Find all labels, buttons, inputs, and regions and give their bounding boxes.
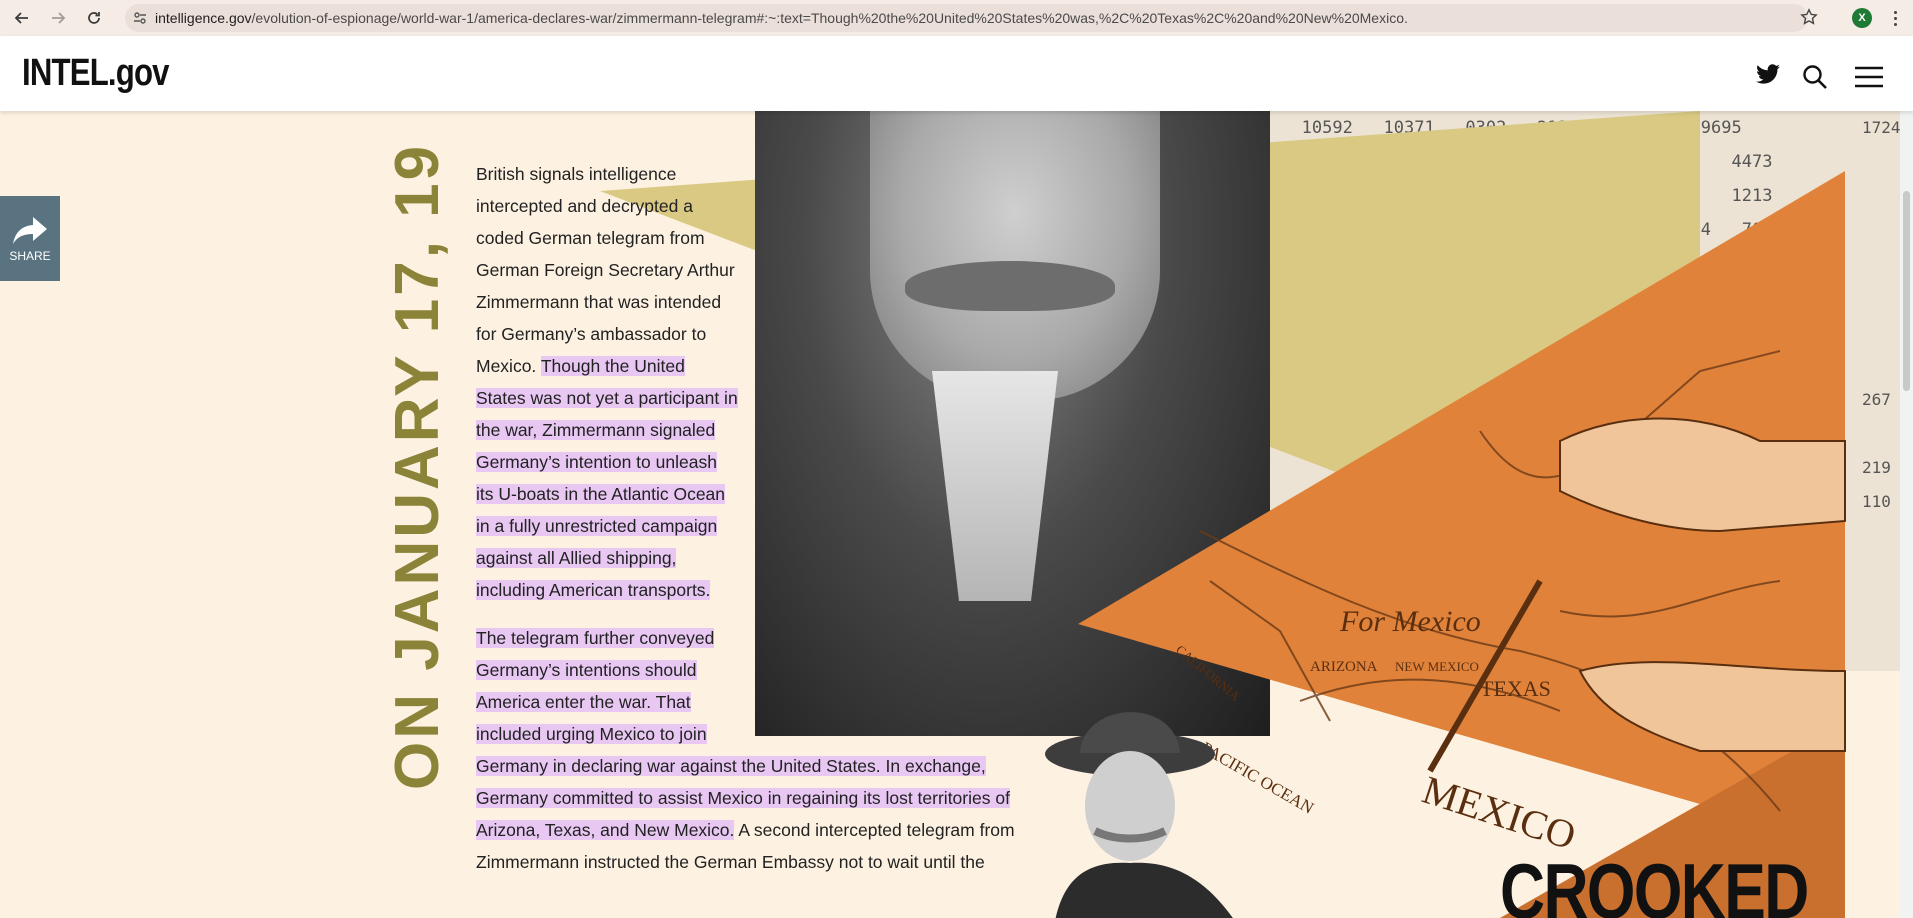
bookmark-star-icon[interactable] (1800, 8, 1818, 31)
url-text: intelligence.gov/evolution-of-espionage/… (155, 10, 1408, 26)
profile-avatar[interactable]: X (1852, 8, 1872, 28)
highlighted-fragment-2a: The telegram further conveyed Germany’s … (476, 628, 715, 744)
vertical-date-heading: ON JANUARY 17, 19 (383, 142, 452, 790)
search-icon[interactable] (1802, 64, 1828, 95)
site-logo[interactable]: INTEL.gov (22, 52, 170, 95)
highlighted-fragment-1: Though the United States was not yet a p… (476, 356, 738, 600)
browser-menu-icon[interactable] (1885, 6, 1905, 30)
map-label-mexico: MEXICO (1417, 767, 1581, 859)
map-label-for-mexico: For Mexico (1339, 605, 1481, 638)
article-paragraph-2: The telegram further conveyed Germany’s … (476, 622, 1036, 878)
address-bar[interactable]: intelligence.gov/evolution-of-espionage/… (125, 4, 1808, 32)
twitter-icon[interactable] (1755, 64, 1781, 91)
article-body: British signals intelligence intercepted… (476, 158, 1036, 894)
site-settings-icon[interactable] (125, 11, 155, 25)
browser-toolbar: intelligence.gov/evolution-of-espionage/… (0, 0, 1913, 36)
scrollbar-thumb[interactable] (1903, 191, 1910, 391)
share-arrow-icon (13, 216, 47, 244)
back-icon[interactable] (8, 4, 36, 32)
url-path: /evolution-of-espionage/world-war-1/amer… (251, 10, 1408, 26)
page-scrollbar[interactable] (1900, 111, 1913, 918)
share-label: SHARE (9, 248, 51, 263)
url-host: intelligence.gov (155, 10, 252, 26)
hat-man-photo (1035, 691, 1335, 918)
site-header: INTEL.gov (0, 36, 1913, 111)
hamburger-menu-icon[interactable] (1855, 66, 1883, 93)
crooked-poster-text: CROOKED (1500, 847, 1809, 918)
reload-icon[interactable] (80, 4, 108, 32)
paragraph-1-text: British signals intelligence intercepted… (476, 164, 735, 376)
forward-icon[interactable] (44, 4, 72, 32)
article-paragraph-1: British signals intelligence intercepted… (476, 158, 1036, 606)
map-label-texas: TEXAS (1480, 676, 1551, 701)
map-label-new-mexico: NEW MEXICO (1395, 659, 1479, 674)
share-button[interactable]: SHARE (0, 196, 60, 281)
map-label-arizona: ARIZONA (1310, 659, 1378, 675)
